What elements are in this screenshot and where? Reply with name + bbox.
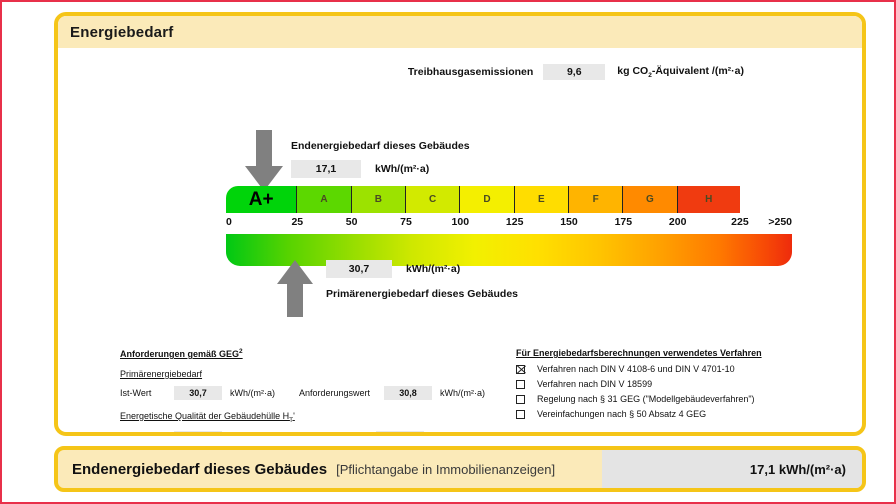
scale-tick: 50 — [345, 216, 358, 228]
scale-tick: 200 — [668, 216, 687, 228]
efficiency-class-g: G — [623, 186, 678, 213]
efficiency-class-bar: A+ A B C D E F G H — [226, 186, 792, 213]
method-item-2[interactable]: Regelung nach § 31 GEG ("Modellgebäudeve… — [516, 394, 846, 404]
footer-value: 17,1 kWh/(m²·a) — [602, 450, 862, 488]
requirements-heading-footnote: 2 — [239, 348, 243, 355]
primary-energy-value-row: 30,7 kWh/(m²·a) — [326, 260, 518, 278]
envelope-subheading-prime: ' — [293, 411, 295, 421]
envelope-subheading: Energetische Qualität der Gebäudehülle H… — [120, 411, 295, 424]
ghg-unit-suffix: -Äquivalent /(m²·a) — [651, 64, 744, 77]
envelope-values-row: Ist-Wert 0,29 W/(m²·K) Anforderungswert … — [120, 430, 510, 436]
panel-header: Energiebedarf — [58, 16, 862, 48]
scale-tick: >250 — [768, 216, 792, 228]
envelope-required-unit: W/(m²·K) — [432, 433, 468, 436]
primary-required-value: 30,8 — [384, 386, 433, 400]
primary-required-label: Anforderungswert — [299, 388, 371, 398]
envelope-actual-label: Ist-Wert — [120, 433, 174, 436]
energy-demand-panel: Energiebedarf Treibhausgasemissionen 9,6… — [54, 12, 866, 436]
page-title: Energiebedarf — [70, 23, 174, 41]
method-item-0[interactable]: Verfahren nach DIN V 4108-6 und DIN V 47… — [516, 364, 846, 374]
envelope-required-label: Anforderungswert — [290, 433, 361, 436]
final-energy-callout: Endenergiebedarf dieses Gebäudes 17,1 kW… — [291, 140, 470, 178]
efficiency-class-scale: A+ A B C D E F G H 0 25 50 75 100 125 150 175 200 225 >250 — [226, 186, 792, 234]
envelope-subheading-text: Energetische Qualität der Gebäudehülle H — [120, 411, 290, 421]
primary-energy-caption: Primärenergiebedarf dieses Gebäudes — [326, 288, 518, 300]
greenhouse-gas-row: Treibhausgasemissionen 9,6 kg CO2-Äquiva… — [58, 64, 862, 80]
primary-actual-unit: kWh/(m²·a) — [230, 388, 275, 398]
method-label-0: Verfahren nach DIN V 4108-6 und DIN V 47… — [537, 364, 735, 374]
envelope-actual-value: 0,29 — [174, 430, 222, 432]
final-energy-unit: kWh/(m²·a) — [375, 163, 430, 175]
envelope-required-value: 0,38 — [375, 430, 424, 432]
efficiency-class-c: C — [405, 186, 461, 213]
footer-subtitle: [Pflichtangabe in Immobilienanzeigen] — [336, 461, 556, 477]
efficiency-class-f: F — [568, 186, 624, 213]
primary-actual-label: Ist-Wert — [120, 388, 152, 398]
scale-tick: 0 — [226, 216, 232, 228]
method-checkbox-0[interactable] — [516, 364, 525, 374]
primary-energy-unit: kWh/(m²·a) — [406, 263, 461, 275]
footer-bar: Endenergiebedarf dieses Gebäudes [Pflich… — [54, 446, 866, 492]
primary-energy-values-row: Ist-Wert 30,7 kWh/(m²·a) Anforderungswer… — [120, 386, 510, 400]
envelope-actual-unit: W/(m²·K) — [230, 433, 266, 436]
page-frame: Energiebedarf Treibhausgasemissionen 9,6… — [0, 0, 896, 504]
efficiency-class-aplus: A+ — [226, 186, 298, 213]
primary-energy-subheading: Primärenergiebedarf — [120, 369, 203, 379]
panel-body: Treibhausgasemissionen 9,6 kg CO2-Äquiva… — [58, 48, 862, 436]
scale-tick: 125 — [505, 216, 524, 228]
methods-heading: Für Energiebedarfsberechnungen verwendet… — [516, 348, 762, 358]
methods-column: Für Energiebedarfsberechnungen verwendet… — [516, 348, 846, 424]
requirements-heading-text: Anforderungen gemäß GEG — [120, 349, 240, 359]
footer-title: Endenergiebedarf dieses Gebäudes — [72, 460, 328, 478]
method-checkbox-1[interactable] — [516, 379, 525, 389]
efficiency-class-b: B — [351, 186, 406, 213]
efficiency-class-h: H — [677, 186, 740, 213]
method-label-1: Verfahren nach DIN V 18599 — [537, 379, 653, 389]
final-energy-value-row: 17,1 kWh/(m²·a) — [291, 160, 470, 178]
efficiency-class-e: E — [514, 186, 569, 213]
efficiency-class-a: A — [297, 186, 352, 213]
method-checkbox-2[interactable] — [516, 394, 525, 404]
primary-energy-marker-arrow-icon — [276, 260, 314, 318]
primary-energy-value: 30,7 — [326, 260, 392, 278]
final-energy-caption: Endenergiebedarf dieses Gebäudes — [291, 140, 470, 152]
primary-required-unit: kWh/(m²·a) — [440, 388, 486, 398]
final-energy-value: 17,1 — [291, 160, 361, 178]
method-item-1[interactable]: Verfahren nach DIN V 18599 — [516, 379, 846, 389]
method-checkbox-3[interactable] — [516, 409, 525, 419]
scale-tick: 75 — [400, 216, 412, 228]
primary-energy-callout: 30,7 kWh/(m²·a) Primärenergiebedarf dies… — [326, 260, 518, 300]
method-label-3: Vereinfachungen nach § 50 Absatz 4 GEG — [537, 409, 707, 419]
greenhouse-gas-value: 9,6 — [543, 64, 606, 80]
greenhouse-gas-label: Treibhausgasemissionen — [407, 66, 534, 78]
scale-tick: 225 — [731, 216, 749, 228]
requirements-heading: Anforderungen gemäß GEG2 — [120, 348, 243, 359]
efficiency-scale-ticks: 0 25 50 75 100 125 150 175 200 225 >250 — [226, 216, 792, 234]
primary-actual-value: 30,7 — [174, 386, 222, 400]
scale-tick: 25 — [291, 216, 304, 228]
methods-list: Verfahren nach DIN V 4108-6 und DIN V 47… — [516, 364, 846, 419]
ghg-unit-prefix: kg CO — [617, 64, 649, 77]
requirements-column: Anforderungen gemäß GEG2 Primärenergiebe… — [120, 348, 510, 436]
scale-tick: 150 — [560, 216, 578, 228]
scale-tick: 100 — [451, 216, 470, 228]
method-label-2: Regelung nach § 31 GEG ("Modellgebäudeve… — [537, 394, 755, 404]
efficiency-class-d: D — [460, 186, 515, 213]
scale-tick: 175 — [614, 216, 633, 228]
greenhouse-gas-unit: kg CO2-Äquivalent /(m²·a) — [617, 65, 744, 79]
method-item-3[interactable]: Vereinfachungen nach § 50 Absatz 4 GEG — [516, 409, 846, 419]
lower-details: Anforderungen gemäß GEG2 Primärenergiebe… — [58, 348, 862, 436]
final-energy-marker-arrow-icon — [244, 130, 284, 192]
